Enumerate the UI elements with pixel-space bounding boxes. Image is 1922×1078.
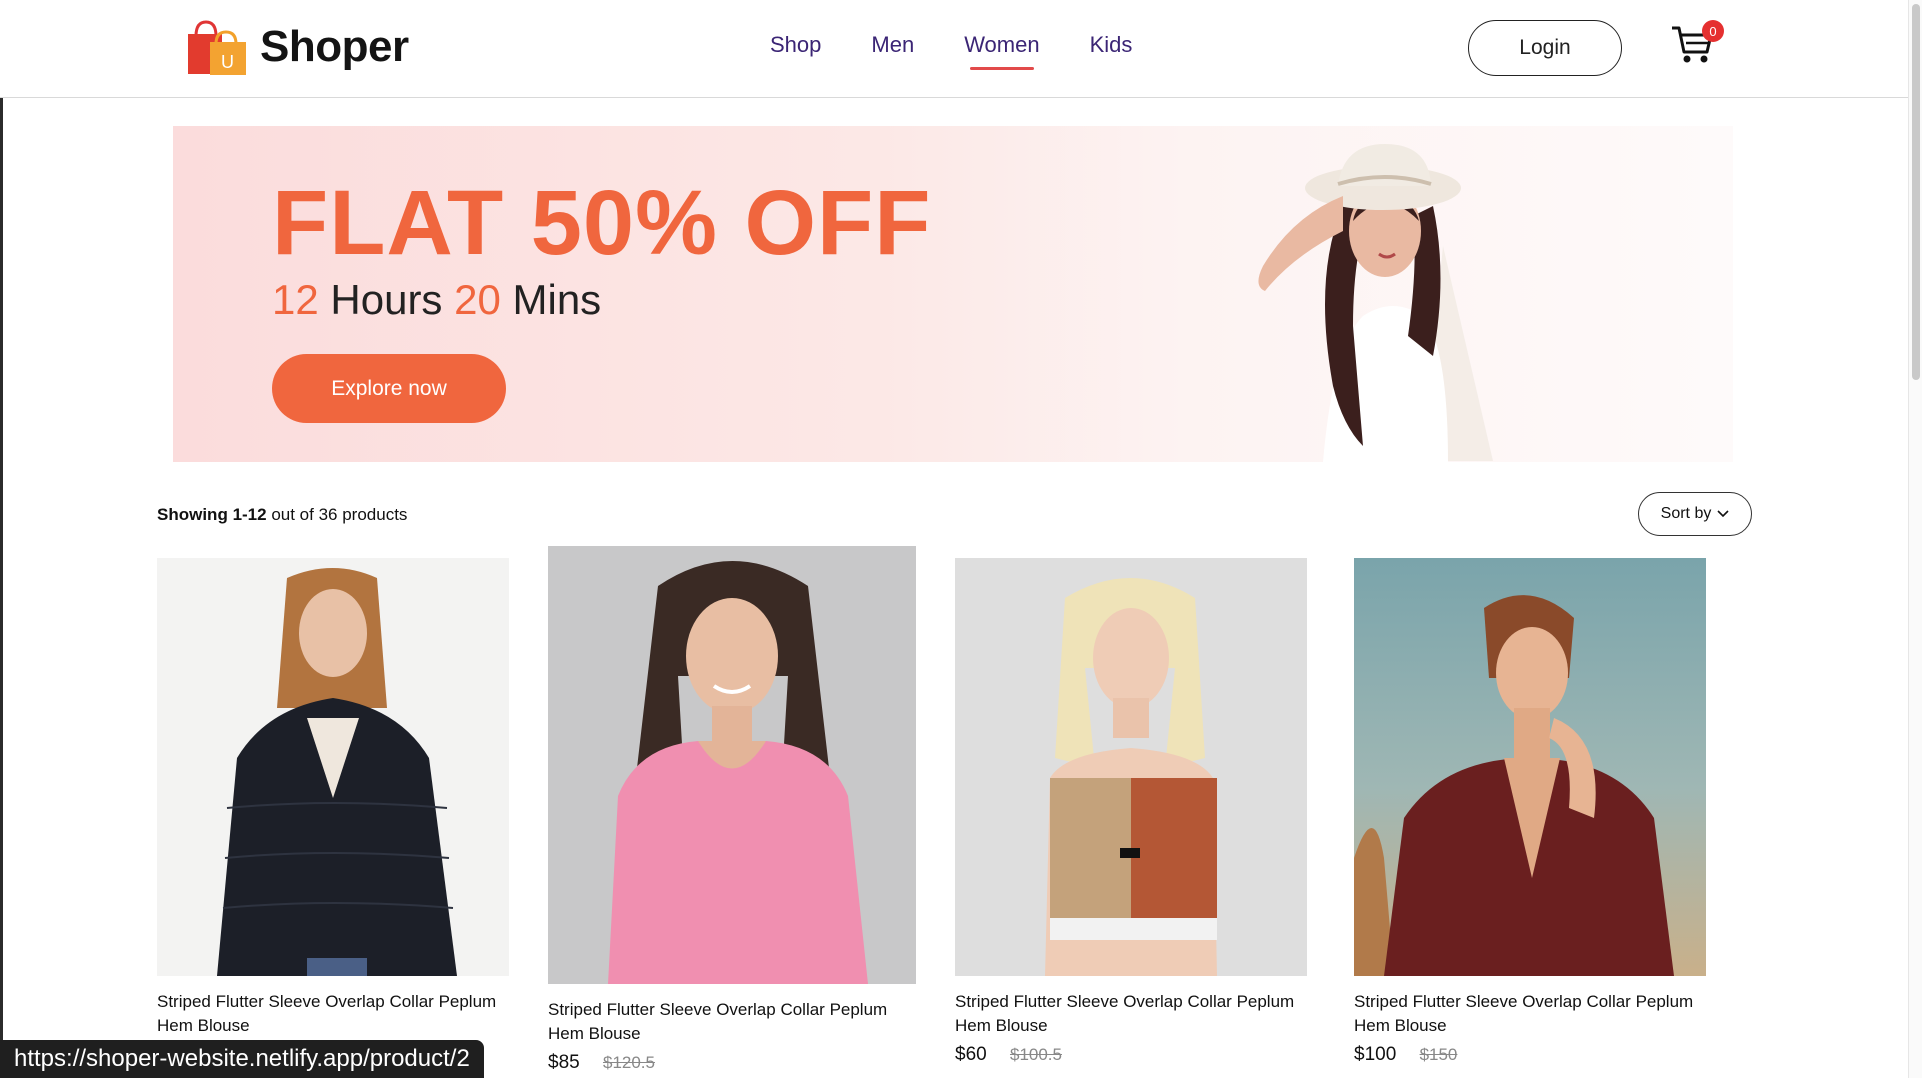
- scrollbar-thumb[interactable]: [1912, 4, 1920, 380]
- chevron-down-icon: [1717, 505, 1729, 523]
- mins-label: Mins: [512, 276, 602, 323]
- product-price: $60: [955, 1044, 987, 1065]
- nav-item-shop[interactable]: Shop: [770, 32, 821, 58]
- cart-count-badge: 0: [1702, 20, 1724, 42]
- logo-letter: U: [221, 52, 234, 72]
- window-edge: [0, 0, 3, 1078]
- price-row: $60 $100.5: [955, 1044, 1307, 1066]
- product-old-price: $150: [1419, 1045, 1458, 1064]
- results-count: Showing 1-12 out of 36 products: [157, 505, 407, 525]
- product-image[interactable]: [548, 546, 916, 984]
- page: U Shoper Shop Men Women Kids Login 0 FLA…: [0, 0, 1922, 1078]
- mins-value: 20: [454, 276, 501, 323]
- sort-by-button[interactable]: Sort by: [1638, 492, 1752, 536]
- results-prefix: Showing: [157, 505, 228, 524]
- link-preview-url: https://shoper-website.netlify.app/produ…: [0, 1040, 484, 1078]
- price-row: $100 $150: [1354, 1044, 1706, 1066]
- product-image[interactable]: [1354, 558, 1706, 976]
- product-image[interactable]: [955, 558, 1307, 976]
- main-nav: Shop Men Women Kids: [770, 32, 1133, 70]
- sort-label: Sort by: [1660, 505, 1712, 522]
- results-range: 1-12: [232, 505, 267, 524]
- product-name[interactable]: Striped Flutter Sleeve Overlap Collar Pe…: [548, 998, 916, 1046]
- site-header: U Shoper Shop Men Women Kids Login 0: [0, 0, 1908, 98]
- nav-item-men[interactable]: Men: [871, 32, 914, 58]
- product-card[interactable]: Striped Flutter Sleeve Overlap Collar Pe…: [1354, 558, 1706, 1066]
- product-card[interactable]: Striped Flutter Sleeve Overlap Collar Pe…: [955, 558, 1307, 1066]
- banner-countdown: 12 Hours 20 Mins: [272, 276, 601, 324]
- product-card[interactable]: Striped Flutter Sleeve Overlap Collar Pe…: [548, 546, 916, 1074]
- product-image[interactable]: [157, 558, 509, 976]
- hours-label: Hours: [330, 276, 443, 323]
- product-name[interactable]: Striped Flutter Sleeve Overlap Collar Pe…: [157, 990, 509, 1038]
- nav-item-women[interactable]: Women: [964, 32, 1040, 70]
- banner-headline: FLAT 50% OFF: [272, 172, 932, 274]
- product-old-price: $100.5: [1009, 1045, 1062, 1064]
- product-price: $100: [1354, 1044, 1397, 1065]
- product-name[interactable]: Striped Flutter Sleeve Overlap Collar Pe…: [955, 990, 1307, 1038]
- product-card[interactable]: Striped Flutter Sleeve Overlap Collar Pe…: [157, 558, 509, 1038]
- product-name[interactable]: Striped Flutter Sleeve Overlap Collar Pe…: [1354, 990, 1706, 1038]
- promo-banner: FLAT 50% OFF 12 Hours 20 Mins Explore no…: [173, 126, 1733, 462]
- brand[interactable]: U Shoper: [186, 18, 409, 76]
- brand-name: Shoper: [260, 22, 409, 71]
- nav-item-kids[interactable]: Kids: [1090, 32, 1133, 58]
- shopping-bag-logo-icon: U: [186, 18, 248, 76]
- explore-now-button[interactable]: Explore now: [272, 354, 506, 423]
- price-row: $85 $120.5: [548, 1052, 916, 1074]
- results-suffix: out of 36 products: [271, 505, 408, 524]
- product-old-price: $120.5: [602, 1053, 655, 1072]
- product-price: $85: [548, 1052, 580, 1073]
- hours-value: 12: [272, 276, 319, 323]
- vertical-scrollbar[interactable]: [1908, 0, 1922, 1078]
- banner-model-image: [1193, 126, 1713, 462]
- login-button[interactable]: Login: [1468, 20, 1622, 76]
